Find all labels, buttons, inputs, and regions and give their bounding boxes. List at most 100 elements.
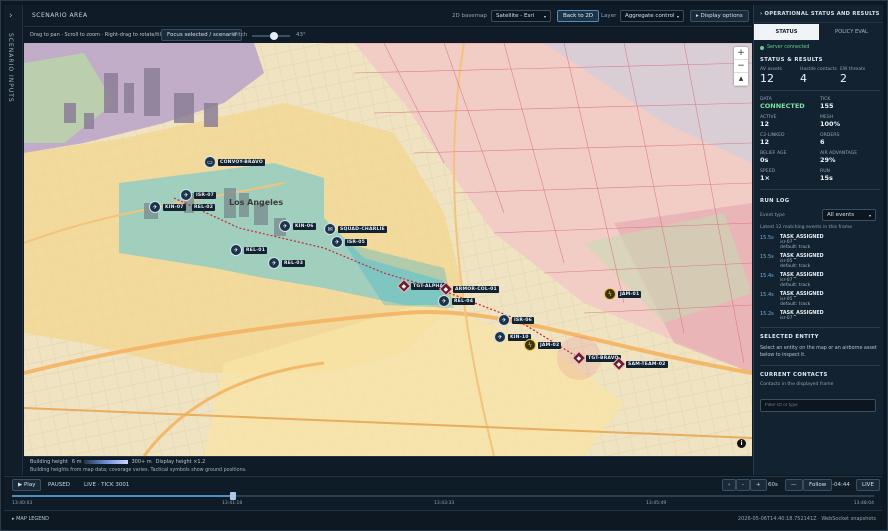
- map-unit-rel-03[interactable]: ✈ REL-03: [268, 257, 306, 269]
- count-hostile: Hostile contacts 4: [800, 67, 840, 85]
- building-legend: Building height 6 m 300+ m Display heigh…: [24, 456, 752, 475]
- map-unit-rel-04[interactable]: ✈ REL-04: [438, 295, 476, 307]
- timeline-progress: [12, 495, 233, 497]
- building-legend-row: Building height 6 m 300+ m Display heigh…: [30, 459, 205, 465]
- building-max-label: 300+ m: [131, 459, 152, 465]
- timeline-handle[interactable]: [229, 492, 236, 500]
- footer: ▸ MAP LEGEND 2026-05-06T14:40:18.752141Z…: [4, 510, 882, 527]
- metric-orders: ORDERS 6: [820, 133, 880, 146]
- chevron-down-icon: ▾: [868, 212, 871, 218]
- unit-label: KIN-06: [293, 222, 316, 230]
- server-status: Server connected: [760, 45, 880, 50]
- focus-wrap: Focus selected / scenario: [161, 29, 243, 41]
- step-plus-button[interactable]: +: [750, 479, 767, 491]
- offset-wrap: -04:44: [832, 479, 850, 491]
- sam-icon: ◆: [611, 356, 627, 372]
- map-unit-jam-02[interactable]: ϟ JAM-02: [524, 339, 562, 351]
- event-type-select[interactable]: All events ▾: [822, 209, 876, 221]
- run-log-note: Latest 12 matching events in this frame: [760, 225, 853, 230]
- live-button[interactable]: LIVE: [856, 479, 880, 491]
- divider: [760, 365, 880, 366]
- follow-button[interactable]: Follow: [803, 479, 833, 491]
- count-row: AV assets 12 Hostile contacts 4 EW threats…: [760, 67, 880, 85]
- layer-wrap: Layer: [601, 10, 616, 22]
- map-canvas[interactable]: Los Angeles ▭ CONVOY-BRAVO ✈ ISR-07 ✈ KIN-0…: [24, 43, 752, 456]
- building-legend-note: Building heights from map data; coverage…: [30, 468, 247, 473]
- map-legend-toggle[interactable]: ▸ MAP LEGEND: [12, 516, 49, 522]
- map-unit-isr-06[interactable]: ✈ ISR-06: [498, 314, 535, 326]
- run-log-entry[interactable]: 15.2s TASK_ASSIGNED isr-07: [760, 311, 880, 321]
- operational-status-panel: › OPERATIONAL STATUS AND RESULTS STATUS …: [753, 5, 883, 475]
- status-body: Server connected STATUS & RESULTS AV ass…: [760, 45, 880, 412]
- unit-glyph: ✈: [271, 259, 277, 267]
- pitch-slider[interactable]: [252, 32, 290, 40]
- panel-header[interactable]: › OPERATIONAL STATUS AND RESULTS: [754, 5, 883, 23]
- back-to-2d-button[interactable]: Back to 2D: [557, 10, 600, 22]
- prev-wrap: ‹: [722, 479, 737, 491]
- contact-filter-input[interactable]: [760, 399, 876, 412]
- tab-status[interactable]: STATUS: [754, 24, 819, 40]
- pitch-wrap: Pitch: [234, 29, 247, 41]
- unit-glyph: ✈: [441, 297, 447, 305]
- run-log-entry[interactable]: 15.5s TASK_ASSIGNED isr-07 default: track: [760, 235, 880, 250]
- map-unit-kin-06[interactable]: ✈ KIN-06: [279, 220, 316, 232]
- count-value: 4: [800, 72, 807, 85]
- map-unit-sam-team-02[interactable]: ◆ SAM-TEAM-02: [611, 356, 668, 372]
- compass-button[interactable]: ▴: [734, 73, 748, 86]
- display-height-label: Display height ×1.2: [155, 459, 206, 465]
- zoom-in-button[interactable]: +: [734, 47, 748, 60]
- step-minus-button[interactable]: -: [736, 479, 750, 491]
- map-unit-jam-01[interactable]: ϟ JAM-01: [604, 288, 642, 300]
- count-value: 2: [840, 72, 847, 85]
- timeline[interactable]: 13:40:03 13:41:18 13:43:33 13:45:49 13:4…: [4, 492, 882, 510]
- metric-value: 29%: [820, 156, 836, 164]
- pitch-slider-thumb[interactable]: [270, 32, 278, 40]
- info-icon[interactable]: i: [737, 439, 746, 448]
- map-unit-squad-charlie[interactable]: ✉ SQUAD-CHARLIE: [324, 223, 387, 235]
- run-log-entry[interactable]: 15.5s TASK_ASSIGNED isr-05 default: track: [760, 254, 880, 269]
- focus-selected-button[interactable]: Focus selected / scenario: [161, 29, 243, 41]
- map-unit-isr-05[interactable]: ✈ ISR-05: [331, 236, 368, 248]
- speed-wrap: 60s: [768, 479, 778, 491]
- contacts-note: Contacts in the displayed frame: [760, 382, 834, 387]
- unit-label: REL-01: [244, 246, 268, 254]
- layer-label: Layer: [601, 13, 617, 19]
- play-button[interactable]: ▶ Play: [12, 479, 42, 491]
- map-unit-isr-07[interactable]: ✈ ISR-07: [180, 189, 217, 201]
- map-unit-convoy-bravo[interactable]: ▭ CONVOY-BRAVO: [204, 156, 265, 168]
- expand-chevron-icon[interactable]: ›: [9, 11, 13, 21]
- unit-glyph: ◆: [616, 360, 622, 368]
- run-log-entry[interactable]: 15.4s TASK_ASSIGNED isr-07 default: track: [760, 273, 880, 288]
- metric-value: 6: [820, 138, 825, 146]
- map-unit-tgt-alpha[interactable]: ◆ TGT-ALPHA: [396, 278, 446, 294]
- target-icon: ◆: [396, 278, 412, 294]
- metric-c2-linked: C2-LINKED 12: [760, 133, 820, 146]
- current-contacts-title: CURRENT CONTACTS: [760, 372, 828, 378]
- connected-dot-icon: [760, 45, 764, 50]
- run-log-entry[interactable]: 15.4s TASK_ASSIGNED isr-05 default: track: [760, 292, 880, 307]
- unit-glyph: ✉: [327, 225, 333, 233]
- map-unit-rel-02[interactable]: REL-02: [190, 204, 216, 211]
- pitch-value-wrap: 43°: [296, 29, 306, 41]
- layer-select[interactable]: Aggregate control ▾: [620, 10, 684, 22]
- map-unit-kin-07[interactable]: ✈ KIN-07: [149, 201, 186, 213]
- scenario-inputs-rail[interactable]: › SCENARIO INPUTS: [4, 5, 23, 475]
- metric-value: 1×: [760, 174, 770, 182]
- count-av-assets: AV assets 12: [760, 67, 800, 85]
- map-unit-armor-col-01[interactable]: ◆ ARMOR-COL-01: [438, 281, 499, 297]
- basemap-select[interactable]: Satellite - Esri ▾: [491, 10, 551, 22]
- unit-glyph: ϟ: [528, 341, 532, 349]
- timeline-track[interactable]: [12, 492, 874, 500]
- metric-speed: SPEED 1×: [760, 169, 820, 182]
- display-options-button[interactable]: ▸ Display options: [690, 10, 749, 22]
- step-back-button[interactable]: ‹: [722, 479, 737, 491]
- aircraft-icon: ✈: [279, 220, 291, 232]
- tab-policy-eval[interactable]: POLICY EVAL: [819, 24, 883, 40]
- decrease-button[interactable]: —: [785, 479, 803, 491]
- count-value: 12: [760, 72, 774, 85]
- scenario-inputs-label: SCENARIO INPUTS: [7, 33, 14, 103]
- event-actor: isr-07: [780, 316, 793, 321]
- zoom-out-button[interactable]: −: [734, 60, 748, 73]
- display-wrap: ▸ Display options: [690, 10, 749, 22]
- map-unit-rel-01[interactable]: ✈ REL-01: [230, 244, 268, 256]
